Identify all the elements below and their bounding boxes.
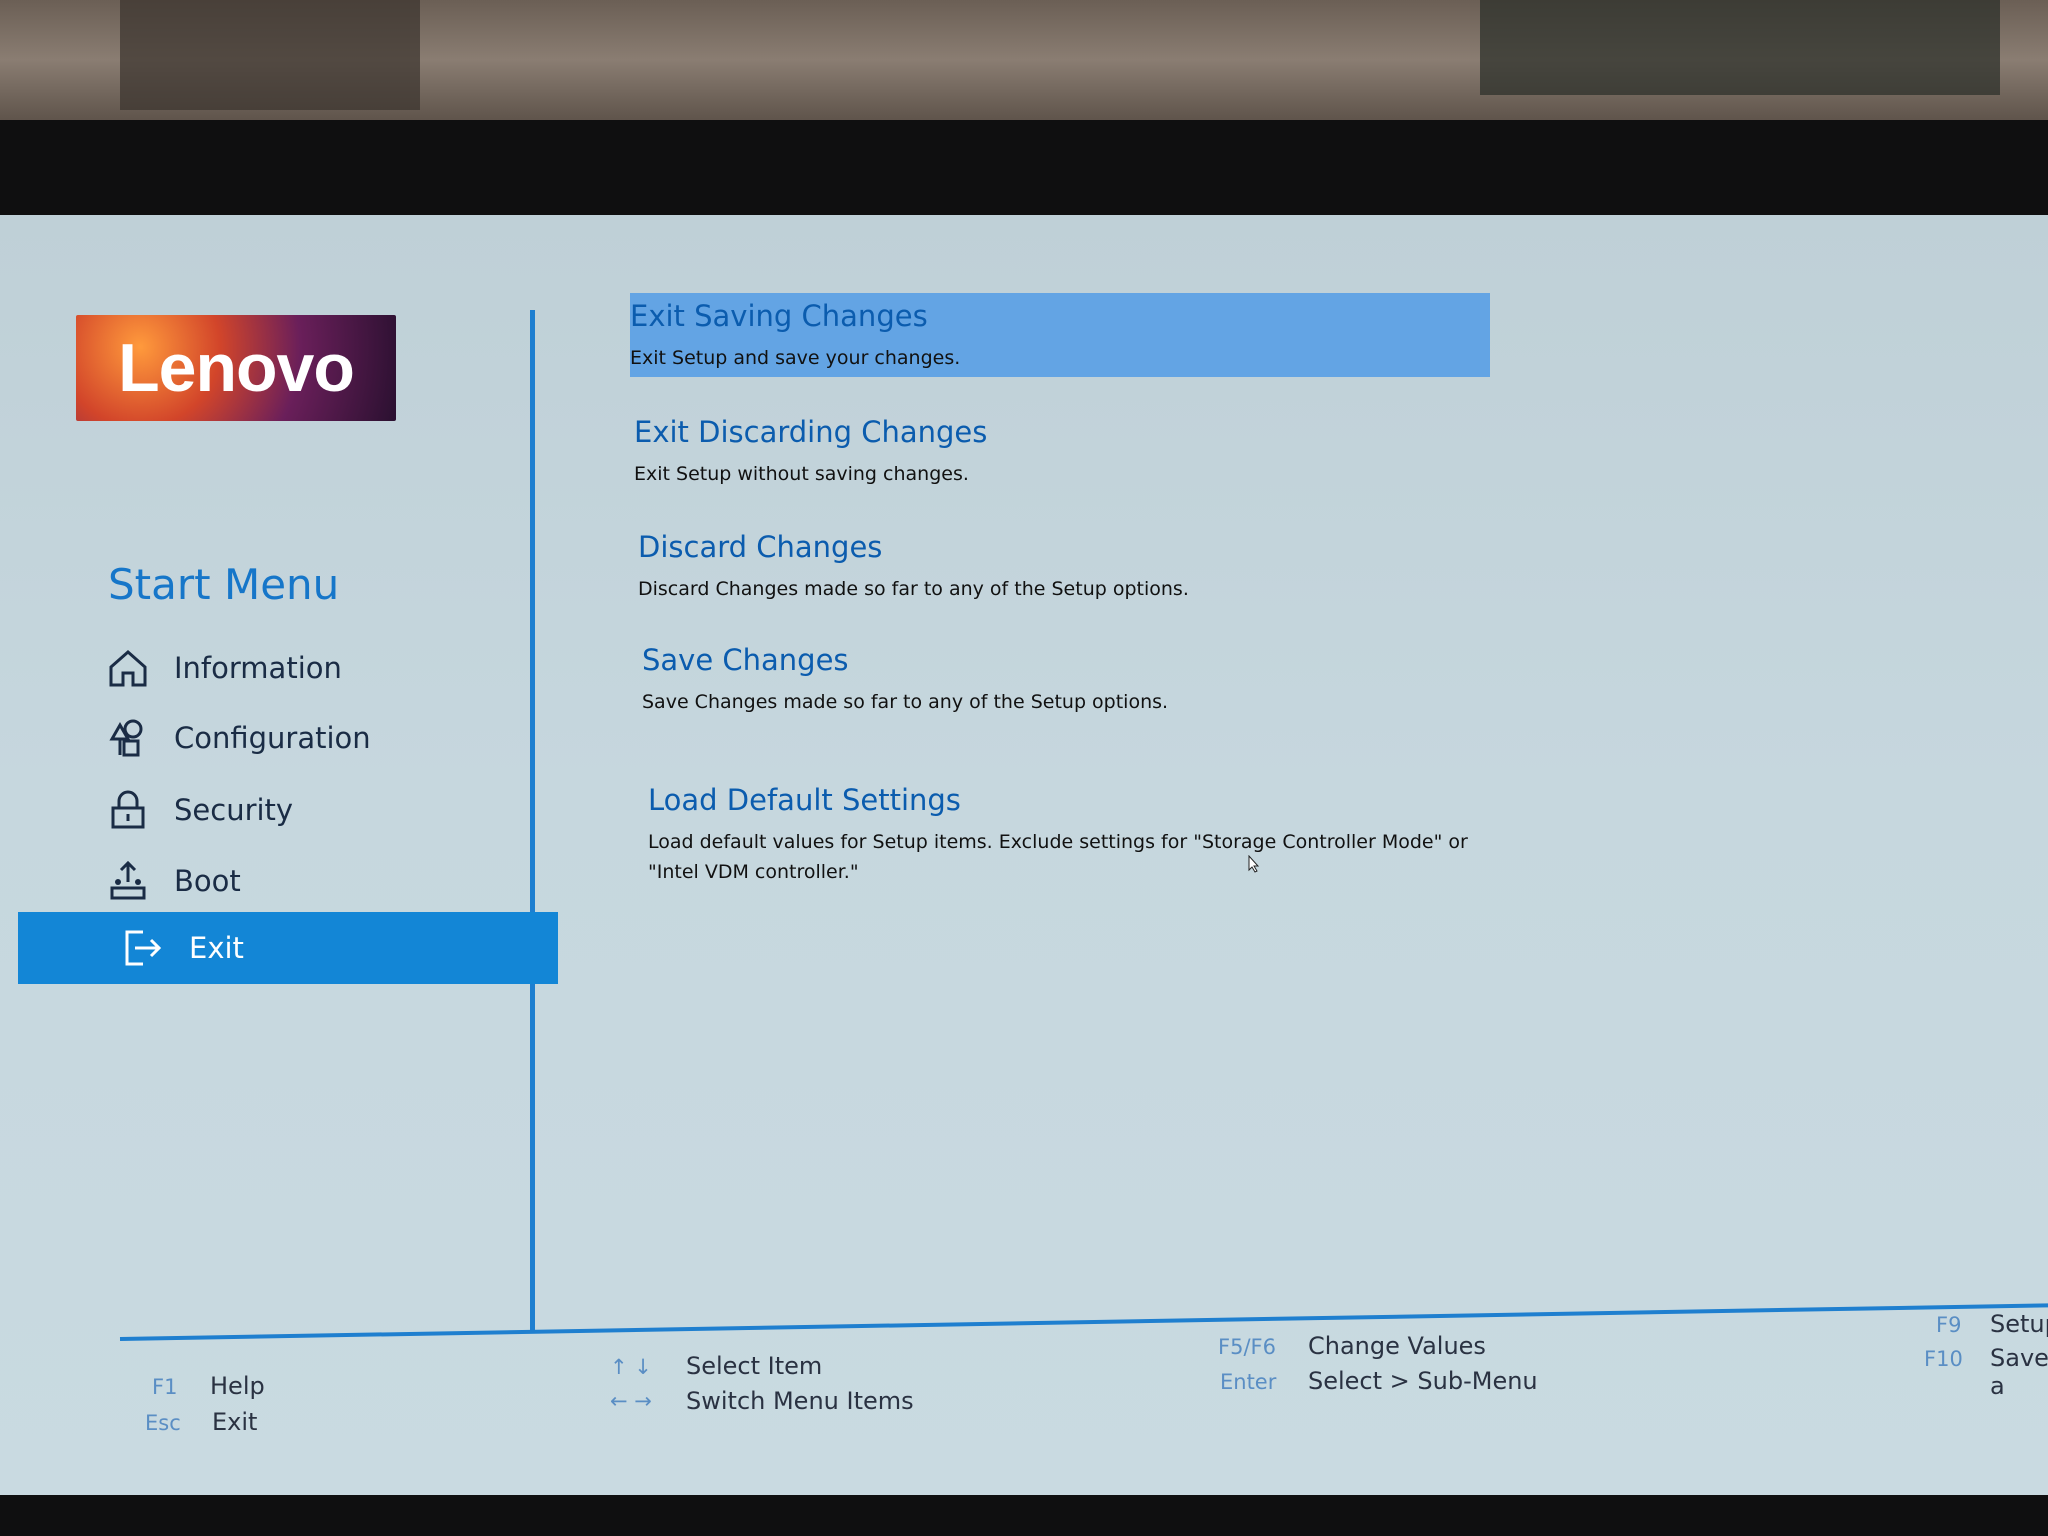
footer-key-f5f6: F5/F6 <box>1218 1335 1276 1359</box>
sidebar-item-exit[interactable]: Exit <box>18 912 558 984</box>
footer-action-change-values: Change Values <box>1308 1332 1486 1360</box>
sidebar-item-label: Exit <box>189 931 244 965</box>
footer-action-save: Save a <box>1990 1344 2048 1400</box>
load-default-settings-option[interactable]: Load Default Settings Load default value… <box>648 783 1468 887</box>
sidebar-item-boot[interactable]: Boot <box>100 851 540 911</box>
save-changes-option[interactable]: Save Changes Save Changes made so far to… <box>642 643 1502 717</box>
configuration-icon <box>100 713 156 763</box>
lenovo-logo: Lenovo <box>76 315 396 421</box>
footer-key-updown: ↑ ↓ <box>610 1355 652 1379</box>
logo-text: Lenovo <box>118 330 355 406</box>
discard-changes-option[interactable]: Discard Changes Discard Changes made so … <box>638 530 1498 604</box>
footer-action-help: Help <box>210 1372 265 1400</box>
footer-key-f10: F10 <box>1924 1347 1963 1371</box>
option-title: Discard Changes <box>638 530 883 564</box>
room-shadow <box>1480 0 2000 95</box>
exit-discarding-changes-option[interactable]: Exit Discarding Changes Exit Setup witho… <box>634 415 1494 489</box>
bios-screen: Lenovo Start Menu Information Configurat… <box>0 215 2048 1495</box>
sidebar-item-security[interactable]: Security <box>100 780 540 840</box>
footer-action-setup: Setup <box>1990 1310 2048 1338</box>
sidebar-item-label: Configuration <box>174 721 371 755</box>
option-description: Exit Setup without saving changes. <box>634 463 969 485</box>
sidebar-item-information[interactable]: Information <box>100 638 540 698</box>
option-title: Load Default Settings <box>648 783 961 817</box>
option-title: Save Changes <box>642 643 849 677</box>
footer-key-leftright: ← → <box>610 1389 652 1413</box>
exit-icon <box>115 923 171 973</box>
sidebar-item-label: Security <box>174 793 294 827</box>
boot-icon <box>100 856 156 906</box>
footer-key-f1: F1 <box>152 1375 178 1399</box>
footer-action-switch-menu: Switch Menu Items <box>686 1387 914 1415</box>
footer-action-exit: Exit <box>212 1408 258 1436</box>
footer-key-f9: F9 <box>1936 1313 1962 1337</box>
option-description: Load default values for Setup items. Exc… <box>648 831 1468 883</box>
photo-stage: Lenovo Start Menu Information Configurat… <box>0 0 2048 1536</box>
option-description: Exit Setup and save your changes. <box>630 347 961 369</box>
footer-key-enter: Enter <box>1220 1370 1277 1394</box>
sidebar-item-label: Boot <box>174 864 241 898</box>
home-icon <box>100 643 156 693</box>
option-description: Discard Changes made so far to any of th… <box>638 578 1189 600</box>
exit-saving-changes-option[interactable]: Exit Saving Changes Exit Setup and save … <box>630 293 1490 377</box>
footer-action-select-item: Select Item <box>686 1352 823 1380</box>
option-title: Exit Discarding Changes <box>634 415 988 449</box>
option-title: Exit Saving Changes <box>630 299 928 333</box>
footer-divider <box>119 1303 2048 1341</box>
lock-icon <box>100 785 156 835</box>
sidebar-item-label: Information <box>174 651 342 685</box>
footer-action-submenu: Select > Sub-Menu <box>1308 1367 1538 1395</box>
mouse-cursor-icon <box>1248 855 1260 873</box>
room-shadow <box>120 0 420 110</box>
option-description: Save Changes made so far to any of the S… <box>642 691 1169 713</box>
sidebar-item-configuration[interactable]: Configuration <box>100 708 540 768</box>
sidebar-title: Start Menu <box>108 560 340 609</box>
footer-key-esc: Esc <box>145 1411 181 1435</box>
